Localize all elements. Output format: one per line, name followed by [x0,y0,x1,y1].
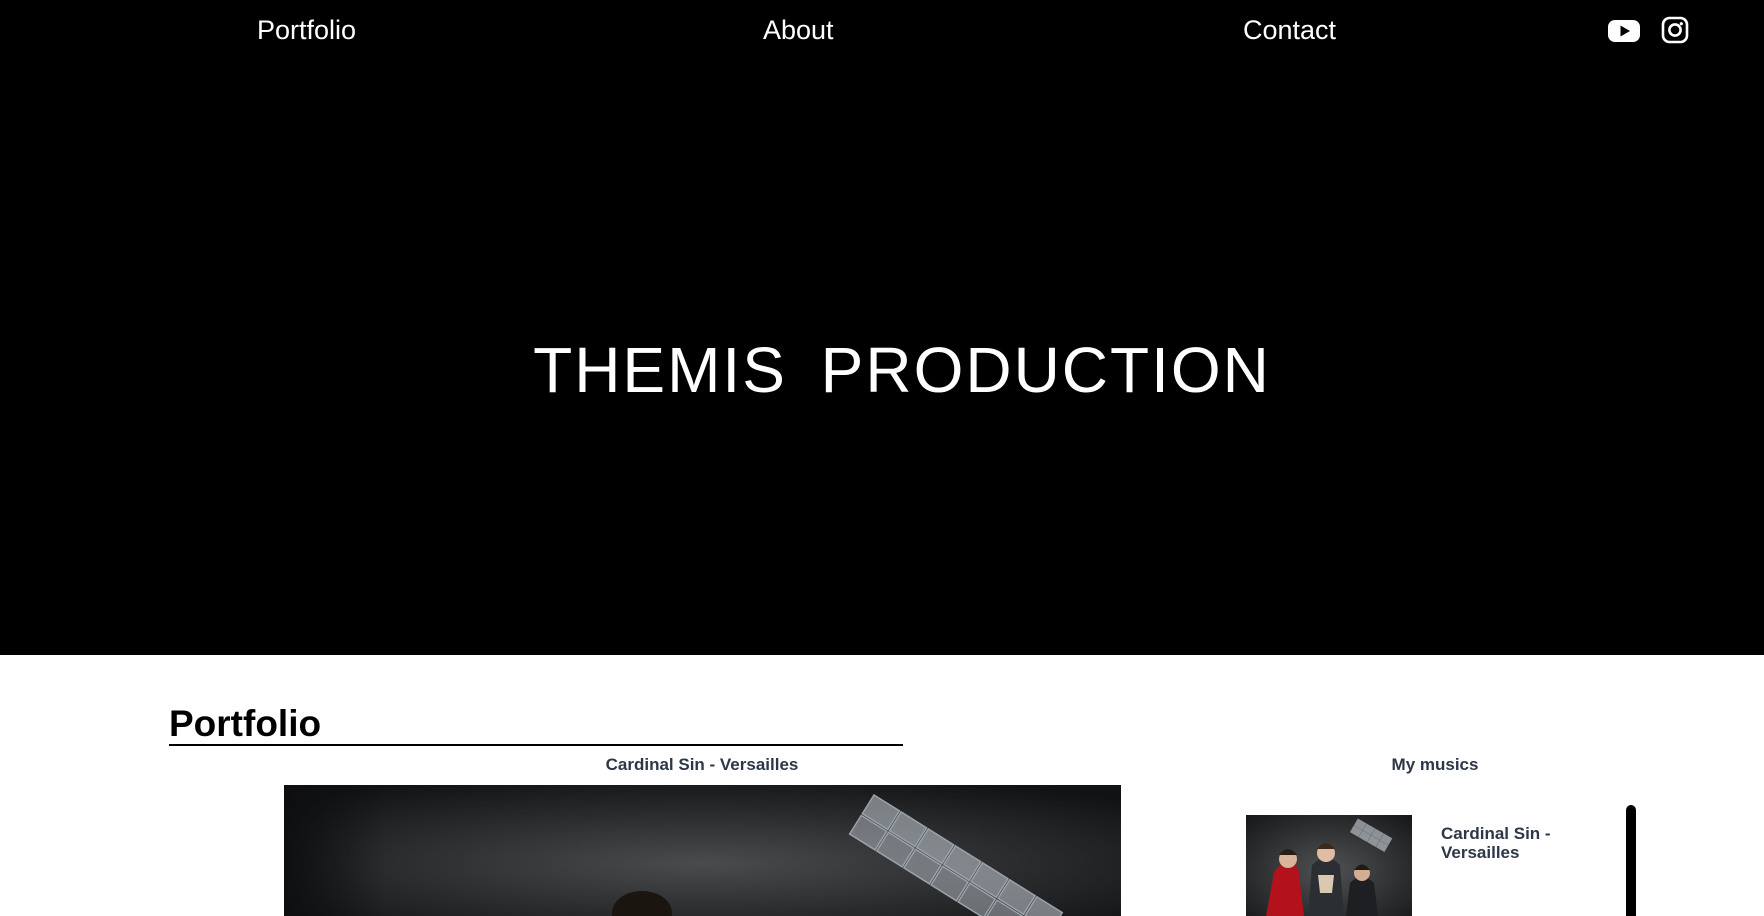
nav-link-portfolio[interactable]: Portfolio [257,14,356,46]
video-thumbnail-image [284,785,1121,916]
video-player[interactable] [284,785,1121,916]
nav-link-about[interactable]: About [763,14,834,46]
playlist-item-title: Cardinal Sin - Versailles [1441,824,1551,862]
instagram-icon[interactable] [1658,14,1692,46]
playlist-heading: My musics [1391,755,1479,774]
playlist-scrollbar[interactable] [1626,805,1636,916]
playlist-item[interactable]: Cardinal Sin - Versailles [1246,815,1606,916]
page: Portfolio About Contact THEMIS PRODUCTIO… [0,0,1764,916]
player-title: Cardinal Sin - Versailles [605,755,799,774]
playlist-item-thumbnail [1246,815,1412,916]
portfolio-heading: Portfolio [169,703,322,744]
hero-title: THEMIS PRODUCTION [533,334,1271,406]
youtube-icon[interactable] [1607,14,1641,46]
heading-underline [169,744,903,746]
hero-section: Portfolio About Contact THEMIS PRODUCTIO… [0,0,1764,655]
nav-link-contact[interactable]: Contact [1243,14,1336,46]
